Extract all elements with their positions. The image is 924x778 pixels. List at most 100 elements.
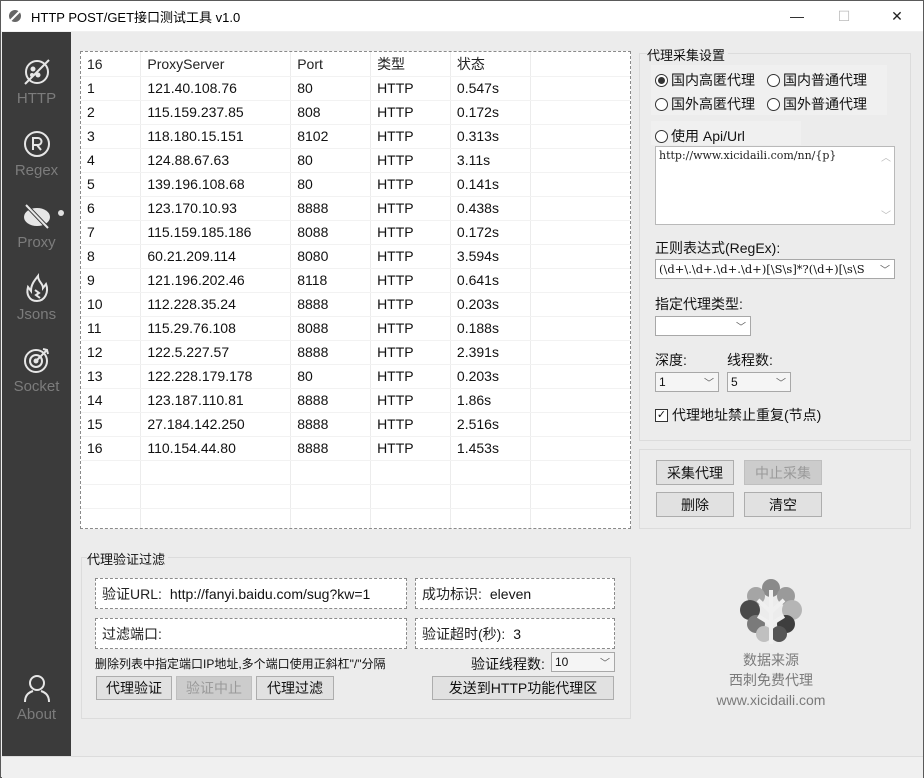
- column-header[interactable]: 状态: [450, 52, 531, 77]
- collect-settings-title: 代理采集设置: [647, 45, 729, 64]
- table-cell: 8888: [290, 436, 372, 461]
- sidebar-item-http[interactable]: HTTP: [2, 52, 71, 122]
- table-cell: 6: [81, 196, 142, 221]
- table-row[interactable]: 15 27.184.142.250 8888 HTTP 2.516s: [81, 412, 630, 437]
- table-cell: 8088: [290, 220, 372, 245]
- delete-button[interactable]: 删除: [656, 492, 734, 517]
- proxy-table[interactable]: 16 ProxyServer Port 类型 状态 1 121.40.108.76 80 HTT…: [80, 51, 631, 529]
- table-cell: 8080: [290, 244, 372, 269]
- column-header[interactable]: ProxyServer: [140, 52, 292, 77]
- table-cell: 112.228.35.24: [140, 292, 292, 317]
- table-cell: HTTP: [370, 220, 451, 245]
- threads-select[interactable]: 5 ﹀: [727, 372, 791, 392]
- brand-link[interactable]: www.xicidaili.com: [641, 690, 901, 710]
- radio-indicator: [655, 97, 668, 111]
- table-cell: [290, 460, 372, 485]
- radio-foreign-elite[interactable]: 国外高匿代理: [655, 94, 755, 114]
- empty-row: [81, 460, 630, 485]
- title-bar: HTTP POST/GET接口测试工具 v1.0 — ☐ ✕: [1, 1, 923, 31]
- verify-url-field[interactable]: 验证URL: http://fanyi.baidu.com/sug?kw=1: [95, 578, 407, 609]
- table-cell: [370, 460, 451, 485]
- table-cell: 8888: [290, 412, 372, 437]
- table-cell: HTTP: [370, 76, 451, 101]
- table-cell: 27.184.142.250: [140, 412, 292, 437]
- table-row[interactable]: 6 123.170.10.93 8888 HTTP 0.438s: [81, 196, 630, 221]
- verify-timeout-value: 3: [513, 625, 522, 642]
- verify-threads-select[interactable]: 10 ﹀: [551, 652, 615, 672]
- radio-api-url[interactable]: 使用 Api/Url: [655, 126, 745, 146]
- sidebar-item-regex[interactable]: Regex: [2, 124, 71, 194]
- column-header[interactable]: 16: [81, 52, 142, 77]
- column-header[interactable]: [530, 52, 630, 77]
- filter-port-field[interactable]: 过滤端口:: [95, 618, 407, 649]
- radio-label: 国外普通代理: [783, 96, 867, 112]
- table-row[interactable]: 3 118.180.15.151 8102 HTTP 0.313s: [81, 124, 630, 149]
- sidebar-item-proxy[interactable]: Proxy: [2, 196, 71, 266]
- chevron-down-icon: ﹀: [600, 658, 610, 670]
- table-cell: [81, 460, 142, 485]
- table-cell: [530, 220, 630, 245]
- table-header-row: 16 ProxyServer Port 类型 状态: [81, 52, 630, 77]
- success-flag-field[interactable]: 成功标识: eleven: [415, 578, 615, 609]
- table-row[interactable]: 8 60.21.209.114 8080 HTTP 3.594s: [81, 244, 630, 269]
- sidebar-item-about[interactable]: About: [2, 668, 71, 738]
- sidebar-item-jsons[interactable]: Jsons: [2, 268, 71, 338]
- table-cell: 12: [81, 340, 142, 365]
- chevron-down-icon: ﹀: [776, 378, 786, 390]
- table-cell: [530, 292, 630, 317]
- table-cell: 0.547s: [450, 76, 531, 101]
- send-to-http-button[interactable]: 发送到HTTP功能代理区: [432, 676, 614, 700]
- table-cell: HTTP: [370, 340, 451, 365]
- table-row[interactable]: 14 123.187.110.81 8888 HTTP 1.86s: [81, 388, 630, 413]
- radio-domestic-normal[interactable]: 国内普通代理: [767, 70, 867, 90]
- api-url-textarea[interactable]: http://www.xicidaili.com/nn/{p} ︿ ﹀: [655, 146, 895, 225]
- threads-value: 5: [731, 375, 738, 389]
- table-cell: HTTP: [370, 124, 451, 149]
- no-duplicate-checkbox[interactable]: ✓ 代理地址禁止重复(节点): [655, 405, 821, 425]
- depth-select[interactable]: 1 ﹀: [655, 372, 719, 392]
- verify-proxy-button[interactable]: 代理验证: [96, 676, 172, 700]
- minimize-button[interactable]: —: [774, 1, 820, 31]
- table-row[interactable]: 12 122.5.227.57 8888 HTTP 2.391s: [81, 340, 630, 365]
- verify-timeout-field[interactable]: 验证超时(秒): 3: [415, 618, 615, 649]
- clear-button[interactable]: 清空: [744, 492, 822, 517]
- scroll-up-icon[interactable]: ︿: [881, 149, 891, 164]
- table-row[interactable]: 4 124.88.67.63 80 HTTP 3.11s: [81, 148, 630, 173]
- table-row[interactable]: 2 115.159.237.85 808 HTTP 0.172s: [81, 100, 630, 125]
- table-row[interactable]: 7 115.159.185.186 8088 HTTP 0.172s: [81, 220, 630, 245]
- maximize-button[interactable]: ☐: [821, 1, 867, 31]
- close-button[interactable]: ✕: [874, 1, 920, 31]
- table-row[interactable]: 11 115.29.76.108 8088 HTTP 0.188s: [81, 316, 630, 341]
- table-cell: HTTP: [370, 172, 451, 197]
- table-cell: HTTP: [370, 364, 451, 389]
- column-header[interactable]: Port: [290, 52, 372, 77]
- table-cell: 5: [81, 172, 142, 197]
- table-row[interactable]: 9 121.196.202.46 8118 HTTP 0.641s: [81, 268, 630, 293]
- proxy-type-select[interactable]: ﹀: [655, 316, 751, 336]
- sidebar-item-label: Regex: [14, 162, 59, 179]
- depth-value: 1: [659, 375, 666, 389]
- scroll-down-icon[interactable]: ﹀: [881, 207, 891, 222]
- table-row[interactable]: 10 112.228.35.24 8888 HTTP 0.203s: [81, 292, 630, 317]
- table-cell: [140, 484, 292, 509]
- radio-domestic-elite[interactable]: 国内高匿代理: [655, 70, 755, 90]
- table-cell: 8888: [290, 340, 372, 365]
- table-cell: 14: [81, 388, 142, 413]
- filter-proxy-button[interactable]: 代理过滤: [256, 676, 334, 700]
- table-cell: 8088: [290, 316, 372, 341]
- table-row[interactable]: 1 121.40.108.76 80 HTTP 0.547s: [81, 76, 630, 101]
- stop-verify-button[interactable]: 验证中止: [176, 676, 252, 700]
- sidebar: HTTP Regex Proxy Jsons Socket About: [2, 32, 71, 756]
- stop-collect-button[interactable]: 中止采集: [744, 460, 822, 485]
- threads-label: 线程数:: [727, 352, 773, 368]
- radio-foreign-normal[interactable]: 国外普通代理: [767, 94, 867, 114]
- regex-value: (\d+\.\d+.\d+.\d+)[\S\s]*?(\d+)[\s\S: [659, 262, 865, 276]
- table-row[interactable]: 13 122.228.179.178 80 HTTP 0.203s: [81, 364, 630, 389]
- sidebar-item-socket[interactable]: Socket: [2, 340, 71, 410]
- regex-combobox[interactable]: (\d+\.\d+.\d+.\d+)[\S\s]*?(\d+)[\s\S ﹀: [655, 259, 895, 279]
- column-header[interactable]: 类型: [370, 52, 451, 77]
- collect-proxy-button[interactable]: 采集代理: [656, 460, 734, 485]
- verify-url-label: 验证URL:: [102, 585, 162, 602]
- table-row[interactable]: 5 139.196.108.68 80 HTTP 0.141s: [81, 172, 630, 197]
- table-row[interactable]: 16 110.154.44.80 8888 HTTP 1.453s: [81, 436, 630, 461]
